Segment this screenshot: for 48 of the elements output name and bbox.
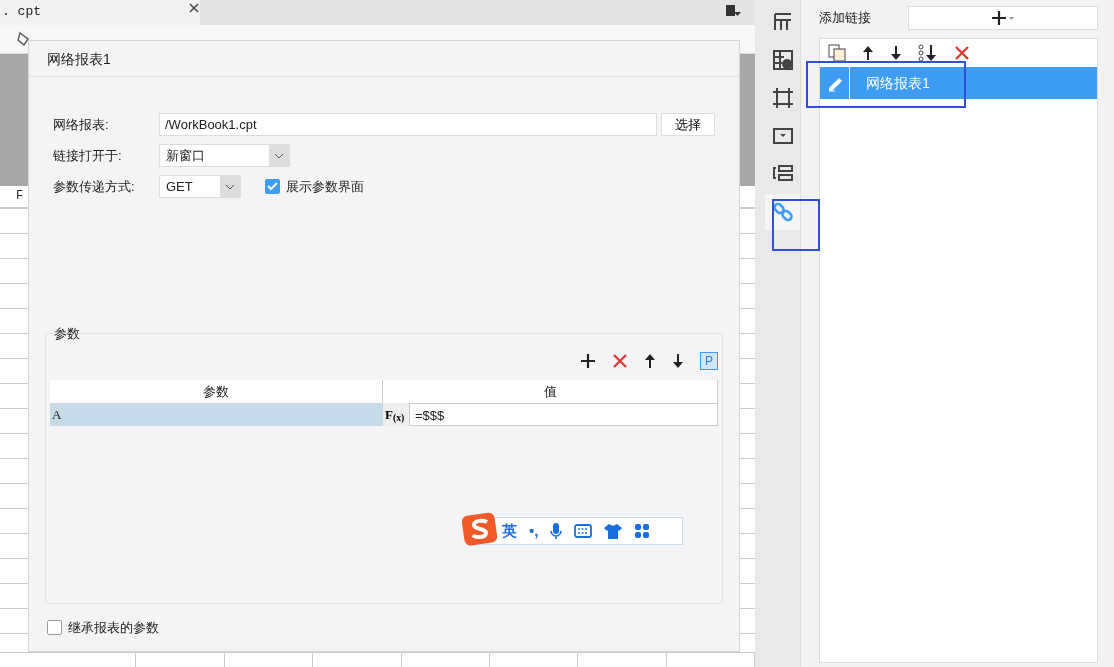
checkbox-label: 继承报表的参数 bbox=[68, 618, 159, 637]
delete-icon[interactable] bbox=[954, 45, 970, 61]
editor-tab[interactable]: . cpt bbox=[0, 0, 200, 25]
plus-icon[interactable] bbox=[580, 353, 596, 370]
copy-icon[interactable] bbox=[828, 44, 846, 62]
input-method-logo-icon[interactable] bbox=[461, 511, 499, 547]
path-field[interactable]: /WorkBook1.cpt bbox=[159, 113, 657, 136]
field-label: 参数传递方式: bbox=[53, 177, 136, 196]
field-label: 链接打开于: bbox=[53, 146, 123, 165]
microphone-icon[interactable] bbox=[550, 522, 563, 540]
checkbox-label: 展示参数界面 bbox=[286, 177, 364, 196]
dropdown-icon[interactable] bbox=[725, 4, 741, 18]
select-field[interactable]: GET bbox=[159, 175, 241, 198]
choose-button[interactable]: 选择 bbox=[661, 113, 715, 136]
highlight-frame bbox=[772, 199, 820, 251]
tab-title: . cpt bbox=[2, 3, 41, 21]
punctuation-toggle[interactable]: •, bbox=[529, 519, 539, 543]
check-icon bbox=[267, 182, 278, 191]
column-header: F bbox=[16, 188, 24, 206]
chevron-down-icon[interactable] bbox=[225, 183, 235, 190]
delete-icon[interactable] bbox=[612, 353, 628, 370]
dialog-title: 网络报表1 bbox=[29, 41, 739, 77]
cell-info-icon bbox=[772, 49, 794, 71]
move-bottom-icon[interactable] bbox=[918, 44, 938, 62]
apps-icon[interactable] bbox=[634, 523, 651, 539]
arrow-down-icon[interactable] bbox=[890, 45, 902, 61]
plus-icon bbox=[991, 11, 1015, 25]
checkbox[interactable] bbox=[265, 179, 280, 194]
side-tab[interactable] bbox=[765, 194, 801, 230]
table-cell[interactable]: A bbox=[50, 403, 383, 427]
close-icon[interactable] bbox=[188, 2, 200, 14]
panel-label: 添加链接 bbox=[819, 9, 871, 28]
arrow-up-icon[interactable] bbox=[862, 45, 874, 61]
formula-button[interactable]: F$_{(x)}$ bbox=[383, 403, 409, 427]
keyboard-icon[interactable] bbox=[574, 524, 593, 538]
layout-icon bbox=[772, 11, 794, 33]
field-label: 网络报表: bbox=[53, 115, 110, 134]
value-field[interactable]: =$$$ bbox=[409, 403, 718, 427]
dropdown-box-icon bbox=[772, 125, 794, 147]
frame-icon bbox=[772, 87, 794, 109]
select-field[interactable]: 新窗口 bbox=[159, 144, 290, 167]
link-icon bbox=[772, 201, 794, 223]
language-toggle[interactable]: 英 bbox=[502, 519, 517, 543]
chevron-down-icon[interactable] bbox=[274, 152, 284, 159]
arrow-down-icon[interactable] bbox=[672, 353, 684, 370]
checkbox[interactable] bbox=[47, 619, 62, 635]
arrow-up-icon[interactable] bbox=[644, 353, 656, 370]
shirt-icon[interactable] bbox=[604, 523, 623, 539]
